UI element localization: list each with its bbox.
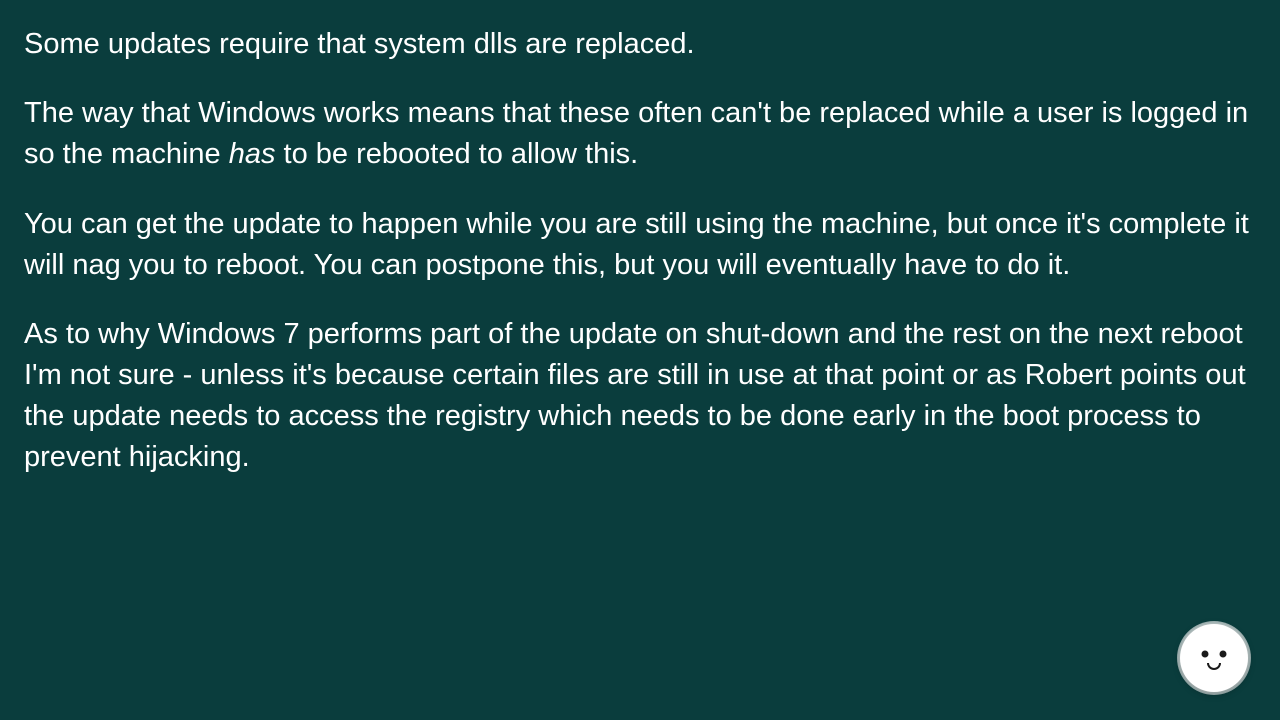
paragraph-2-part-b: to be rebooted to allow this. xyxy=(276,138,639,170)
paragraph-4: As to why Windows 7 performs part of the… xyxy=(24,314,1256,479)
paragraph-3: You can get the update to happen while y… xyxy=(24,204,1256,286)
paragraph-2-emphasis: has xyxy=(229,138,276,170)
chat-avatar-icon xyxy=(1180,624,1248,692)
chat-assistant-button[interactable] xyxy=(1180,624,1248,692)
paragraph-2: The way that Windows works means that th… xyxy=(24,93,1256,175)
paragraph-1: Some updates require that system dlls ar… xyxy=(24,24,1256,65)
